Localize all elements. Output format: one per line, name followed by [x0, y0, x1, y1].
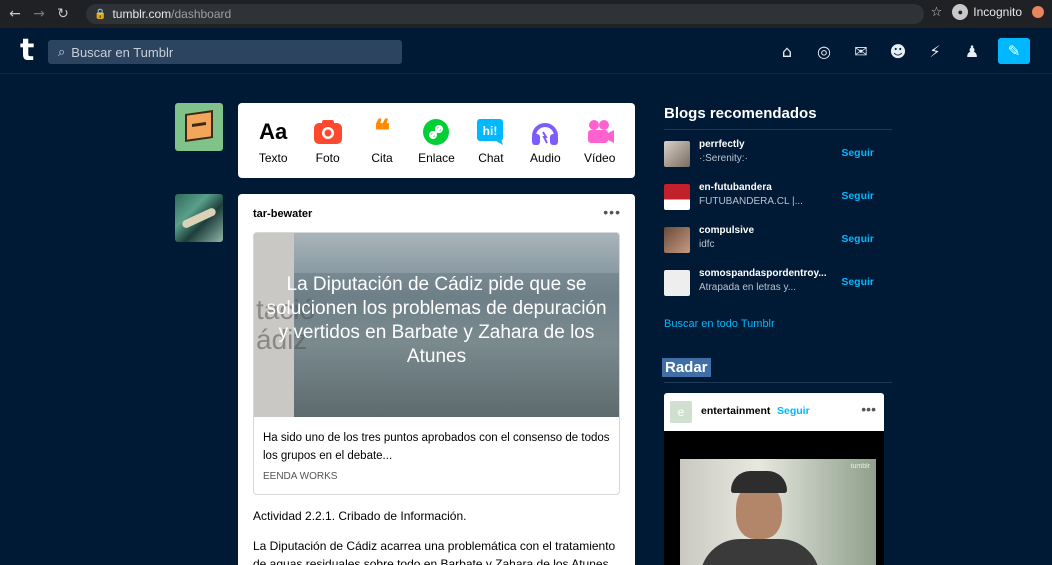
chat-hi-icon: hi! — [476, 117, 506, 147]
radar-video[interactable]: tumblr — [664, 431, 884, 565]
dashboard-post: tar-bewater ••• tació ádiz La Diputación… — [238, 194, 635, 565]
activity-lightning-icon[interactable]: ⚡ — [924, 40, 946, 62]
link-preview-description: Ha sido uno de los tres puntos aprobados… — [263, 432, 610, 462]
back-arrow-icon[interactable]: ← — [6, 5, 24, 23]
compose-chat-label: Chat — [478, 150, 504, 165]
link-preview-source: EENDA WORKS — [263, 471, 338, 482]
url-domain: tumblr.com — [112, 7, 172, 21]
header-nav: ⌂ ◎ ✉ ☻ ⚡ ♟ ✎ — [776, 38, 1030, 64]
radar-blog-avatar[interactable]: e — [670, 401, 692, 423]
video-person-cap — [731, 471, 787, 493]
radar-post-card[interactable]: e entertainment Seguir ••• tumblr — [664, 393, 884, 565]
search-placeholder: Buscar en Tumblr — [71, 44, 174, 60]
cube-avatar-graphic — [185, 110, 213, 142]
compose-video-label: Vídeo — [584, 150, 616, 165]
radar-follow-button[interactable]: Seguir — [777, 405, 810, 417]
blog-name[interactable]: perrfectly — [699, 139, 745, 150]
home-icon[interactable]: ⌂ — [776, 40, 798, 62]
incognito-icon: ● — [952, 4, 969, 20]
browser-toolbar: ← → ↻ 🔒 tumblr.com/dashboard ☆ ● Incogni… — [0, 0, 1052, 28]
follow-button[interactable]: Seguir — [841, 190, 874, 202]
search-icon: ⌕ — [58, 44, 66, 60]
forward-arrow-icon[interactable]: → — [30, 5, 48, 23]
recommended-blog-item[interactable]: en-futubandera FUTUBANDERA.CL |... Segui… — [664, 180, 892, 220]
video-frame: tumblr — [680, 459, 876, 565]
explore-all-tumblr-link[interactable]: Buscar en todo Tumblr — [664, 318, 775, 330]
account-person-icon[interactable]: ♟ — [961, 40, 983, 62]
bookmark-star-icon[interactable]: ☆ — [931, 5, 943, 20]
tumblr-header: t ⌕ Buscar en Tumblr ⌂ ◎ ✉ ☻ ⚡ ♟ ✎ — [0, 28, 1052, 74]
recommended-blog-item[interactable]: compulsive idfc Seguir — [664, 223, 892, 263]
link-icon — [422, 117, 450, 147]
blog-name[interactable]: compulsive — [699, 225, 754, 236]
messages-smiley-icon[interactable]: ☻ — [887, 40, 909, 62]
radar-options-more-icon[interactable]: ••• — [861, 401, 876, 417]
compose-link-button[interactable]: Enlace — [410, 117, 462, 165]
search-input[interactable]: ⌕ Buscar en Tumblr — [48, 40, 402, 64]
explore-compass-icon[interactable]: ◎ — [813, 40, 835, 62]
compose-video-button[interactable]: Vídeo — [574, 117, 626, 165]
compose-photo-label: Foto — [315, 150, 340, 165]
post-author-avatar[interactable] — [175, 194, 223, 242]
lock-icon: 🔒 — [94, 8, 107, 20]
incognito-label: Incognito — [973, 5, 1022, 19]
incognito-indicator[interactable]: ● Incognito — [952, 4, 1022, 20]
follow-button[interactable]: Seguir — [841, 233, 874, 245]
compose-text-button[interactable]: Aa Texto — [247, 117, 299, 165]
link-preview-title: La Diputación de Cádiz pide que se soluc… — [266, 274, 607, 367]
post-author-name[interactable]: tar-bewater — [253, 208, 312, 220]
svg-text:hi!: hi! — [483, 124, 498, 138]
video-person-body — [700, 539, 820, 565]
recommended-blog-item[interactable]: perrfectly ·:Serenity:· Seguir — [664, 137, 892, 177]
video-watermark: tumblr — [850, 463, 870, 470]
post-options-more-icon[interactable]: ••• — [603, 204, 621, 220]
camera-icon — [313, 117, 343, 147]
quote-icon: ❝ — [373, 114, 391, 149]
blog-avatar[interactable] — [664, 184, 690, 210]
blog-avatar[interactable] — [664, 227, 690, 253]
follow-button[interactable]: Seguir — [841, 147, 874, 159]
reload-icon[interactable]: ↻ — [54, 5, 72, 23]
link-preview-image: tació ádiz La Diputación de Cádiz pide q… — [254, 233, 619, 417]
blog-subtitle: FUTUBANDERA.CL |... — [699, 196, 803, 207]
compose-chat-button[interactable]: hi! Chat — [465, 117, 517, 165]
post-body-text: La Diputación de Cádiz acarrea una probl… — [253, 539, 616, 565]
compose-text-label: Texto — [258, 150, 288, 165]
text-aa-icon: Aa — [259, 118, 288, 144]
compose-audio-button[interactable]: Audio — [519, 117, 571, 165]
blog-subtitle: ·:Serenity:· — [699, 153, 748, 164]
recommended-blogs-title: Blogs recomendados — [664, 105, 817, 122]
radar-blog-name[interactable]: entertainment — [701, 405, 770, 417]
compose-pencil-button[interactable]: ✎ — [998, 38, 1030, 64]
compose-quote-label: Cita — [371, 150, 393, 165]
blog-subtitle: Atrapada en letras y... — [699, 282, 797, 293]
compose-photo-button[interactable]: Foto — [302, 117, 354, 165]
link-preview-card[interactable]: tació ádiz La Diputación de Cádiz pide q… — [253, 232, 620, 495]
blog-name[interactable]: somospandaspordentroy... — [699, 268, 827, 279]
post-type-bar: Aa Texto Foto ❝ Cita Enlace hi! Chat Aud… — [238, 103, 635, 178]
divider — [664, 382, 892, 383]
follow-button[interactable]: Seguir — [841, 276, 874, 288]
tumblr-logo[interactable]: t — [20, 34, 34, 68]
blog-name[interactable]: en-futubandera — [699, 182, 772, 193]
radar-title: Radar — [662, 358, 711, 377]
compose-audio-label: Audio — [529, 150, 561, 165]
user-avatar[interactable] — [175, 103, 223, 151]
inbox-mail-icon[interactable]: ✉ — [850, 40, 872, 62]
extension-icon[interactable] — [1032, 6, 1044, 18]
headphones-icon — [530, 117, 560, 147]
blog-avatar[interactable] — [664, 270, 690, 296]
blog-avatar[interactable] — [664, 141, 690, 167]
address-bar[interactable]: 🔒 tumblr.com/dashboard — [86, 4, 924, 24]
recommended-blog-item[interactable]: somospandaspordentroy... Atrapada en let… — [664, 266, 892, 306]
url-path: /dashboard — [171, 7, 232, 21]
compose-quote-button[interactable]: ❝ Cita — [356, 114, 408, 165]
post-body-heading: Actividad 2.2.1. Cribado de Información. — [253, 509, 467, 523]
blog-subtitle: idfc — [699, 239, 715, 250]
compose-link-label: Enlace — [418, 150, 455, 165]
video-camera-icon — [585, 117, 615, 147]
divider — [664, 129, 892, 130]
